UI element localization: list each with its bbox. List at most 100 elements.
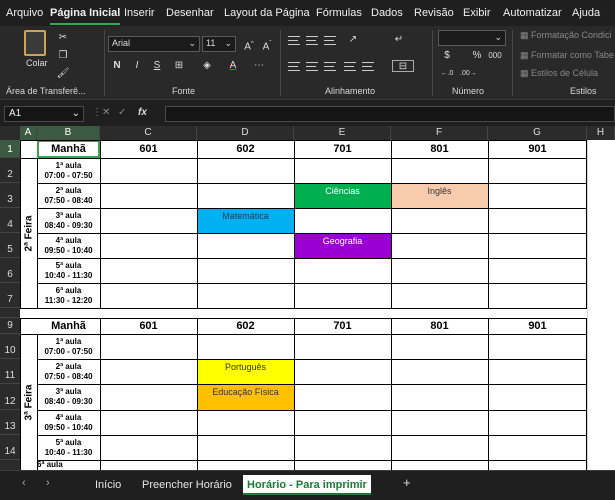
time-slot[interactable]: 5ª aula 10:40 - 11:30 xyxy=(37,435,100,460)
copy-icon[interactable]: ❐ xyxy=(56,50,70,62)
class-header-601[interactable]: 601 xyxy=(100,140,197,158)
class-header-701[interactable]: 701 xyxy=(294,140,391,158)
more-icon[interactable]: ⋯ xyxy=(252,60,266,72)
menu-automatizar[interactable]: Automatizar xyxy=(503,7,562,19)
decrease-indent-icon[interactable] xyxy=(344,62,356,71)
grow-font-icon[interactable]: A^ xyxy=(242,38,256,52)
menu-exibir[interactable]: Exibir xyxy=(463,7,491,19)
format-as-table-button[interactable]: ▦ Formatar como Tabe xyxy=(520,50,614,61)
class-header-901[interactable]: 901 xyxy=(488,140,587,158)
prev-sheet-icon[interactable]: ‹ xyxy=(22,477,26,489)
time-slot[interactable]: 4ª aula 09:50 - 10:40 xyxy=(37,410,100,435)
thousands-button[interactable]: 000 xyxy=(488,50,502,62)
subject-portugues[interactable]: Português xyxy=(197,359,294,384)
conditional-formatting-button[interactable]: ▦ Formatação Condici xyxy=(520,30,612,41)
row-header-15[interactable] xyxy=(0,460,20,470)
row-header-4[interactable]: 4 xyxy=(0,208,20,233)
menu-layout[interactable]: Layout da Página xyxy=(224,7,310,19)
row-header-2[interactable]: 2 xyxy=(0,158,20,183)
next-sheet-icon[interactable]: › xyxy=(46,477,50,489)
formula-input[interactable] xyxy=(165,106,615,122)
time-slot[interactable]: 6ª aula xyxy=(37,460,100,470)
time-slot[interactable]: 4ª aula 09:50 - 10:40 xyxy=(37,233,100,258)
increase-decimal-icon[interactable]: ←.0 xyxy=(440,68,454,80)
subject-matematica[interactable]: Matemática xyxy=(197,208,294,233)
wrap-text-icon[interactable]: ↵ xyxy=(392,34,406,46)
menu-arquivo[interactable]: Arquivo xyxy=(6,7,43,19)
time-slot[interactable]: 1ª aula 07:00 - 07:50 xyxy=(37,158,100,183)
col-header-e[interactable]: E xyxy=(294,126,391,140)
class-header-701[interactable]: 701 xyxy=(294,318,391,334)
check-icon[interactable]: ✓ xyxy=(118,107,126,118)
class-header-602[interactable]: 602 xyxy=(197,318,294,334)
orientation-icon[interactable]: ↗ xyxy=(346,34,360,46)
merge-center-icon[interactable]: ⊟ xyxy=(392,60,414,72)
insert-function-button[interactable]: fx xyxy=(138,107,147,118)
cell-styles-button[interactable]: ▦ Estilos de Célula xyxy=(520,68,598,79)
fill-color-icon[interactable]: ◈ xyxy=(200,60,214,72)
col-header-g[interactable]: G xyxy=(488,126,587,140)
col-header-a[interactable]: A xyxy=(20,126,37,140)
row-header-6[interactable]: 6 xyxy=(0,258,20,283)
menu-desenhar[interactable]: Desenhar xyxy=(166,7,214,19)
border-icon[interactable]: ⊞ xyxy=(172,60,186,72)
align-top-icon[interactable] xyxy=(288,36,300,45)
font-name-dropdown[interactable]: Arial ⌄ xyxy=(108,36,200,52)
increase-indent-icon[interactable] xyxy=(362,62,374,71)
align-middle-icon[interactable] xyxy=(306,36,318,45)
col-header-d[interactable]: D xyxy=(197,126,294,140)
row-header-7[interactable]: 7 xyxy=(0,283,20,308)
paste-icon[interactable] xyxy=(24,30,46,56)
paste-button[interactable]: Colar xyxy=(26,58,48,68)
menu-pagina-inicial[interactable]: Página Inicial xyxy=(50,7,121,25)
number-format-dropdown[interactable]: ⌄ xyxy=(438,30,506,46)
col-header-h[interactable]: H xyxy=(587,126,615,140)
row-header-13[interactable]: 13 xyxy=(0,410,20,435)
subject-educacao-fisica[interactable]: Educação Física xyxy=(197,384,294,410)
class-header-801[interactable]: 801 xyxy=(391,140,488,158)
class-header-601[interactable]: 601 xyxy=(100,318,197,334)
format-painter-icon[interactable]: 🖌 xyxy=(56,68,70,80)
font-color-icon[interactable]: A xyxy=(226,60,240,72)
row-header-1[interactable]: 1 xyxy=(0,140,20,158)
tab-horario-para-imprimir[interactable]: Horário - Para imprimir xyxy=(243,475,371,495)
row-header-10[interactable]: 10 xyxy=(0,334,20,359)
row-header-9[interactable]: 9 xyxy=(0,318,20,334)
class-header-801[interactable]: 801 xyxy=(391,318,488,334)
currency-icon[interactable]: $ xyxy=(440,50,454,62)
menu-inserir[interactable]: Inserir xyxy=(124,7,155,19)
row-header-5[interactable]: 5 xyxy=(0,233,20,258)
shrink-font-icon[interactable]: Aˇ xyxy=(260,38,274,52)
underline-button[interactable]: S xyxy=(150,60,164,72)
percent-button[interactable]: % xyxy=(470,50,484,62)
select-all-corner[interactable] xyxy=(0,126,20,140)
time-slot[interactable]: 3ª aula 08:40 - 09:30 xyxy=(37,208,100,233)
col-header-c[interactable]: C xyxy=(100,126,197,140)
align-right-icon[interactable] xyxy=(324,62,336,71)
tab-preencher-horario[interactable]: Preencher Horário xyxy=(142,475,232,495)
cell-header-manha[interactable]: Manhã xyxy=(37,140,100,158)
italic-button[interactable]: I xyxy=(130,60,144,72)
col-header-b[interactable]: B xyxy=(37,126,100,140)
subject-geografia[interactable]: Geografia xyxy=(294,233,391,258)
class-header-901[interactable]: 901 xyxy=(488,318,587,334)
row-header-12[interactable]: 12 xyxy=(0,384,20,410)
cell-header-manha-2[interactable]: Manhã xyxy=(37,318,100,334)
class-header-602[interactable]: 602 xyxy=(197,140,294,158)
time-slot[interactable]: 1ª aula 07:00 - 07:50 xyxy=(37,334,100,359)
row-header-8[interactable] xyxy=(0,308,20,318)
row-header-14[interactable]: 14 xyxy=(0,435,20,460)
add-sheet-icon[interactable]: + xyxy=(403,475,411,490)
cancel-icon[interactable]: ✕ xyxy=(102,107,110,118)
menu-dados[interactable]: Dados xyxy=(371,7,403,19)
subject-ingles[interactable]: Inglês xyxy=(391,183,488,208)
decrease-decimal-icon[interactable]: .00→ xyxy=(460,68,477,80)
time-slot[interactable]: 2ª aula 07:50 - 08:40 xyxy=(37,359,100,384)
time-slot[interactable]: 2ª aula 07:50 - 08:40 xyxy=(37,183,100,208)
font-size-dropdown[interactable]: 11 ⌄ xyxy=(202,36,236,52)
subject-ciencias[interactable]: Ciências xyxy=(294,183,391,208)
spreadsheet-grid[interactable]: A B C D E F G H 1 2 3 4 5 6 7 9 10 11 12… xyxy=(0,126,615,470)
menu-formulas[interactable]: Fórmulas xyxy=(316,7,362,19)
time-slot[interactable]: 5ª aula 10:40 - 11:30 xyxy=(37,258,100,283)
menu-ajuda[interactable]: Ajuda xyxy=(572,7,600,19)
